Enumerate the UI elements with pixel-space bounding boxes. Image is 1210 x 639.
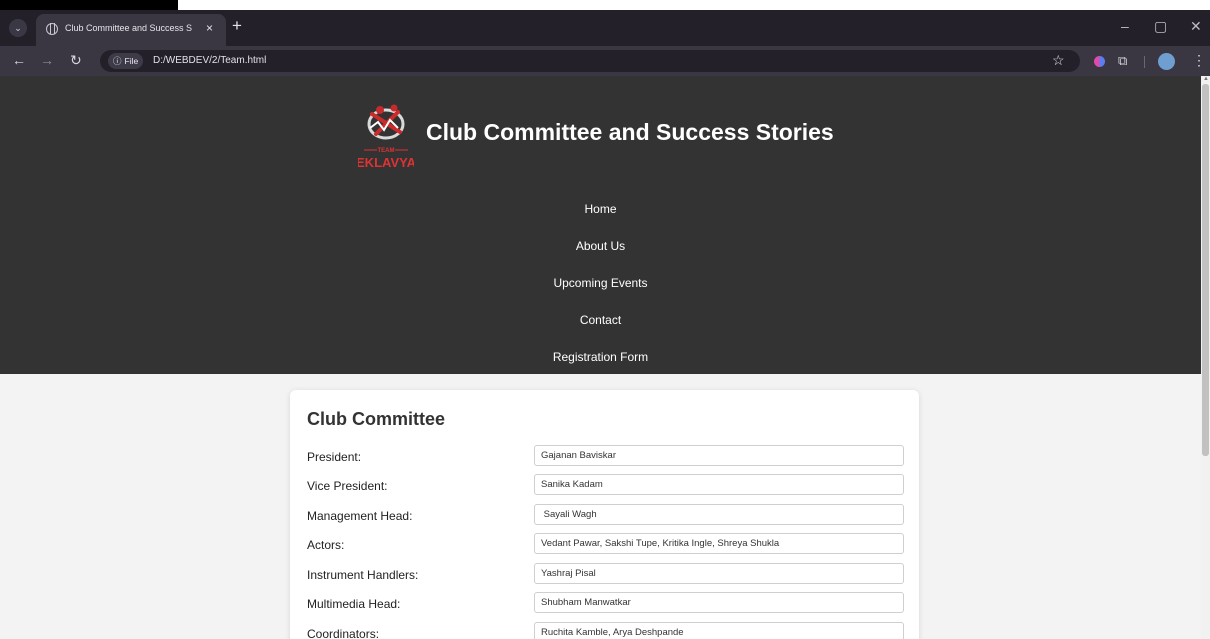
restore-icon[interactable]: ▢ [1154,18,1167,35]
info-icon: ⓘ [113,56,122,66]
page-scrollbar[interactable]: ▲ [1201,76,1210,639]
committee-heading: Club Committee [307,409,446,429]
nav-upcoming-events[interactable]: Upcoming Events [0,276,1201,290]
vice-president-field[interactable] [534,474,904,495]
scroll-up-icon[interactable]: ▲ [1203,76,1209,82]
multimedia-head-field[interactable] [534,592,904,613]
nav-home[interactable]: Home [0,202,1201,216]
nav-about-us[interactable]: About Us [0,239,1201,253]
profile-avatar-icon[interactable] [1158,53,1175,70]
coordinators-label: Coordinators: [307,627,380,639]
reload-icon[interactable]: ↻ [70,52,82,69]
close-window-icon[interactable]: ✕ [1190,18,1202,35]
address-bar-row: ← → ↻ ⓘ File D:/WEBDEV/2/Team.html ☆ ⧉ ⋮ [0,46,1210,76]
minimize-icon[interactable]: – [1121,18,1129,34]
tab-close-icon[interactable]: × [206,21,213,35]
management-head-label: Management Head: [307,509,413,523]
logo-team-text: TEAM [378,148,395,154]
site-title: Club Committee and Success Stories [426,119,834,145]
club-committee-card: Club Committee President: Vice President… [290,390,919,639]
tab-search-icon[interactable]: ⌄ [9,19,27,37]
coordinators-field[interactable] [534,622,904,639]
extension-icon[interactable] [1094,56,1105,67]
globe-icon [46,23,58,35]
tab-title: Club Committee and Success S [65,23,193,33]
toolbar-divider [1144,56,1145,68]
nav-contact[interactable]: Contact [0,313,1201,327]
actors-field[interactable] [534,533,904,554]
page-viewport: TEAM EKLAVYA Club Committee and Success … [0,76,1201,639]
nav-registration-form[interactable]: Registration Form [0,350,1201,364]
logo-name-text: EKLAVYA [358,155,414,170]
instrument-handlers-field[interactable] [534,563,904,584]
president-label: President: [307,450,362,464]
scrollbar-thumb[interactable] [1202,84,1209,456]
url-text[interactable]: D:/WEBDEV/2/Team.html [153,55,266,66]
president-field[interactable] [534,445,904,466]
bookmark-star-icon[interactable]: ☆ [1052,52,1065,69]
menu-kebab-icon[interactable]: ⋮ [1192,52,1206,69]
forward-arrow-icon[interactable]: → [40,52,54,68]
browser-tab[interactable]: Club Committee and Success S × [36,14,226,46]
actors-label: Actors: [307,538,345,552]
top-strip [0,0,1210,10]
file-chip-label: File [124,56,139,66]
site-header: TEAM EKLAVYA Club Committee and Success … [0,76,1201,374]
browser-tab-bar: ⌄ Club Committee and Success S × + – ▢ ✕ [0,10,1210,46]
new-tab-button[interactable]: + [232,16,242,36]
top-strip-block [0,0,178,10]
back-arrow-icon[interactable]: ← [12,52,26,68]
omnibox[interactable]: ⓘ File D:/WEBDEV/2/Team.html [100,50,1080,72]
vice-president-label: Vice President: [307,479,388,493]
instrument-handlers-label: Instrument Handlers: [307,568,419,582]
puzzle-icon[interactable]: ⧉ [1118,53,1127,69]
team-eklavya-logo: TEAM EKLAVYA [358,104,414,170]
multimedia-head-label: Multimedia Head: [307,597,401,611]
site-info-chip[interactable]: ⓘ File [108,53,144,69]
management-head-field[interactable] [534,504,904,525]
